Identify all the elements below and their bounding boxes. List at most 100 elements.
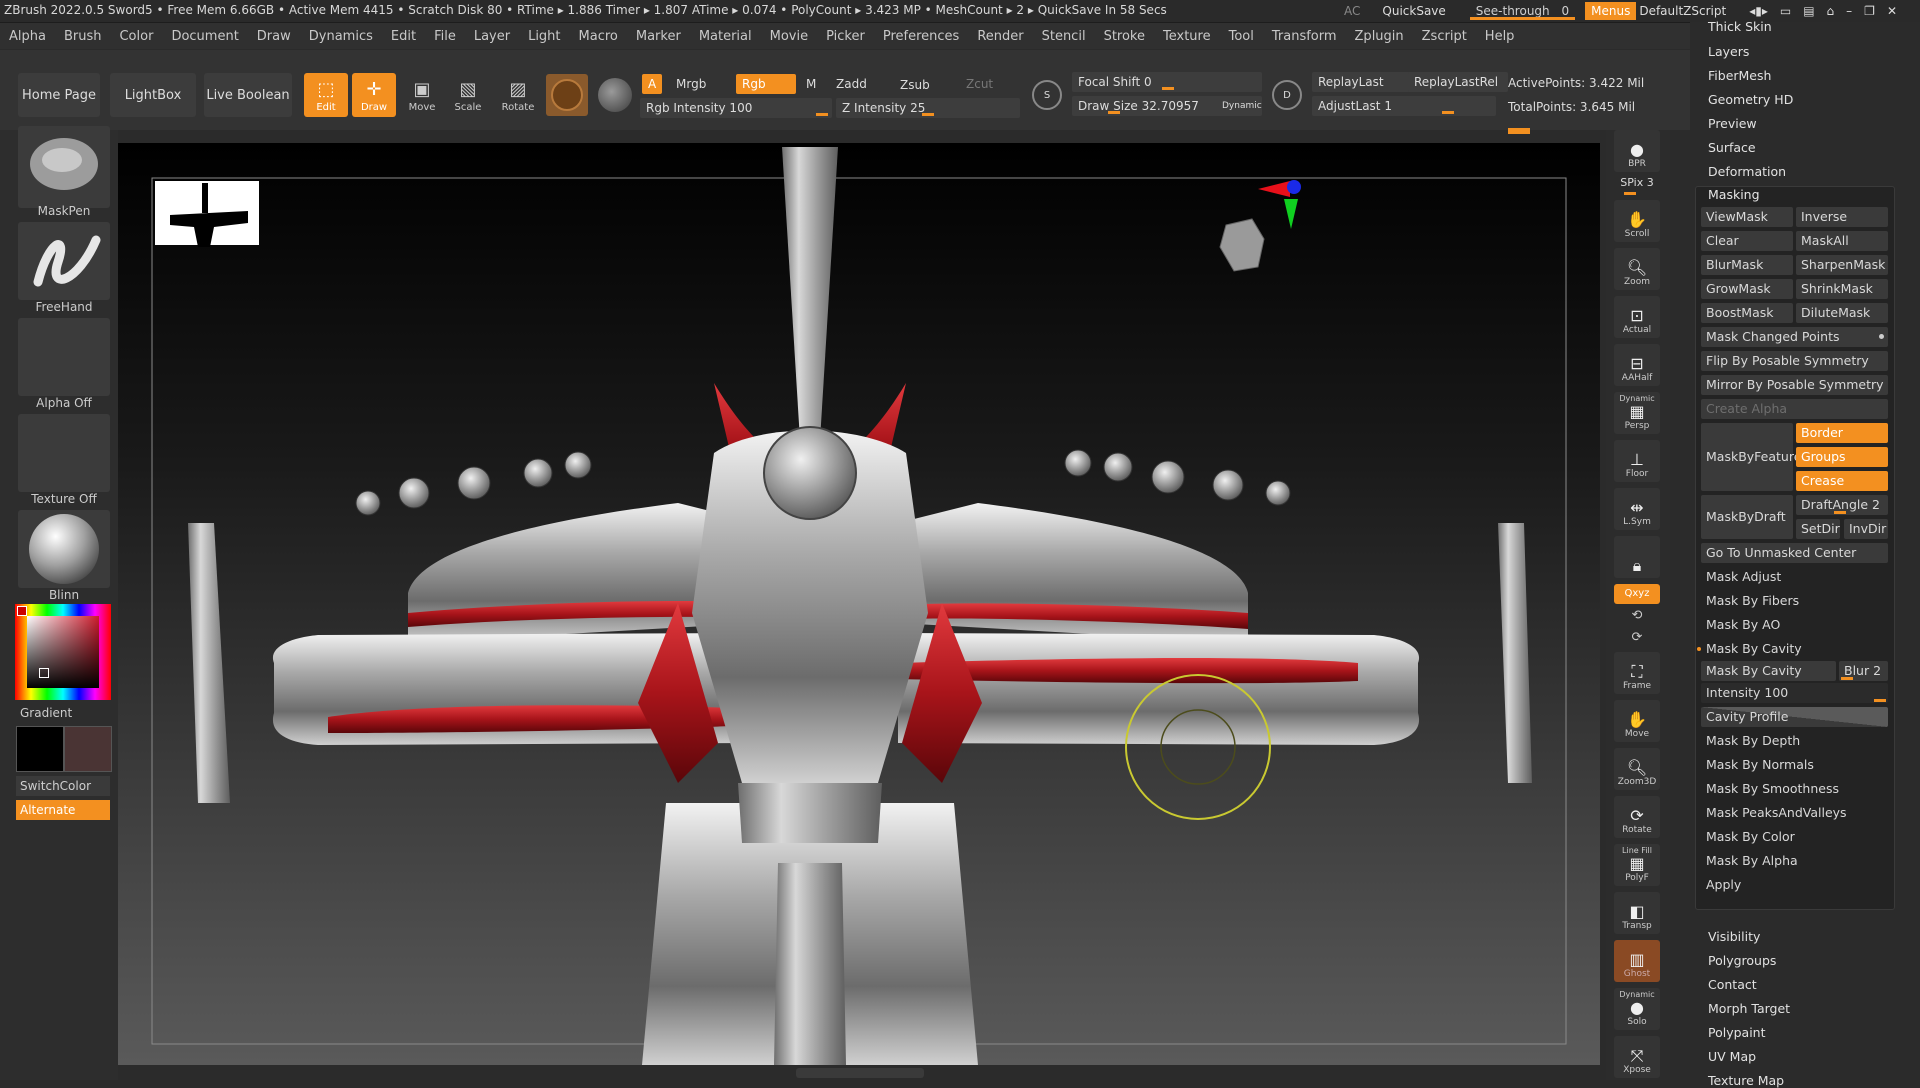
solo-button[interactable]: Dynamic ● Solo xyxy=(1614,988,1660,1030)
clear-mask-button[interactable]: Clear xyxy=(1701,231,1793,251)
viewmask-button[interactable]: ViewMask xyxy=(1701,207,1793,227)
draw-size-slider[interactable]: Draw Size 32.70957 Dynamic xyxy=(1072,96,1262,116)
lazy-mouse-icon[interactable]: D xyxy=(1272,80,1302,110)
menu-movie[interactable]: Movie xyxy=(761,29,817,44)
cavity-blur-slider[interactable]: Blur 2 xyxy=(1839,661,1888,681)
mask-by-cavity-button[interactable]: Mask By Cavity xyxy=(1701,661,1836,681)
lock-button[interactable]: 🔒︎ xyxy=(1614,536,1660,578)
brush-selector[interactable] xyxy=(18,126,110,208)
layout-icon[interactable]: ◂▮▸ xyxy=(1743,2,1774,20)
create-alpha-button[interactable]: Create Alpha xyxy=(1701,399,1888,419)
go-to-unmasked-center-button[interactable]: Go To Unmasked Center xyxy=(1701,543,1888,563)
ui-icon[interactable]: ▤ xyxy=(1797,2,1820,20)
menu-transform[interactable]: Transform xyxy=(1263,29,1346,44)
border-toggle[interactable]: Border xyxy=(1796,423,1888,443)
cavity-profile-curve[interactable]: Cavity Profile xyxy=(1701,707,1888,727)
dynamic-size-toggle[interactable]: Dynamic xyxy=(1222,96,1262,116)
subpalette-layers[interactable]: Layers xyxy=(1708,44,1749,59)
menu-preferences[interactable]: Preferences xyxy=(874,29,968,44)
menu-help[interactable]: Help xyxy=(1476,29,1524,44)
texture-selector[interactable] xyxy=(18,414,110,492)
menu-brush[interactable]: Brush xyxy=(55,29,111,44)
blurmask-button[interactable]: BlurMask xyxy=(1701,255,1793,275)
menu-layer[interactable]: Layer xyxy=(465,29,519,44)
ac-toggle[interactable]: AC xyxy=(1338,2,1366,20)
mask-by-fibers-subpalette[interactable]: Mask By Fibers xyxy=(1701,591,1888,611)
rotate-z-icon[interactable]: ⟳ xyxy=(1614,630,1660,645)
floor-button[interactable]: ⊥ Floor xyxy=(1614,440,1660,482)
menu-zplugin[interactable]: Zplugin xyxy=(1346,29,1413,44)
crease-toggle[interactable]: Crease xyxy=(1796,471,1888,491)
rotate-y-icon[interactable]: ⟲ xyxy=(1614,608,1660,623)
maskbydraft-button[interactable]: MaskByDraft xyxy=(1701,495,1793,539)
apply-subpalette[interactable]: Apply xyxy=(1701,875,1888,895)
zsub-toggle[interactable]: Zsub xyxy=(894,75,936,95)
transp-button[interactable]: ◧ Transp xyxy=(1614,892,1660,934)
draw-mode-button[interactable]: ✛ Draw xyxy=(352,73,396,117)
menu-texture[interactable]: Texture xyxy=(1154,29,1220,44)
menu-macro[interactable]: Macro xyxy=(570,29,627,44)
zadd-toggle[interactable]: Zadd xyxy=(830,74,873,94)
subpalette-deformation[interactable]: Deformation xyxy=(1708,164,1786,179)
focal-shift-slider[interactable]: Focal Shift 0 xyxy=(1072,72,1262,92)
menu-draw[interactable]: Draw xyxy=(248,29,300,44)
flip-by-posable-symmetry-button[interactable]: Flip By Posable Symmetry xyxy=(1701,351,1888,371)
a-toggle[interactable]: A xyxy=(642,74,663,94)
rotate-view-button[interactable]: ⟳ Rotate xyxy=(1614,796,1660,838)
bpr-button[interactable]: ● BPR xyxy=(1614,130,1660,172)
subpalette-polygroups[interactable]: Polygroups xyxy=(1708,953,1776,968)
menu-edit[interactable]: Edit xyxy=(382,29,425,44)
document-canvas[interactable] xyxy=(118,143,1600,1065)
mrgb-toggle[interactable]: Mrgb xyxy=(670,74,712,94)
invdir-button[interactable]: InvDir xyxy=(1844,519,1888,539)
growmask-button[interactable]: GrowMask xyxy=(1701,279,1793,299)
maskbyfeature-button[interactable]: MaskByFeature xyxy=(1701,423,1801,491)
mask-changed-points-button[interactable]: Mask Changed Points xyxy=(1701,327,1888,347)
move-view-button[interactable]: ✋ Move xyxy=(1614,700,1660,742)
ghost-button[interactable]: ▥ Ghost xyxy=(1614,940,1660,982)
gradient-label[interactable]: Gradient xyxy=(20,706,72,720)
color-square[interactable] xyxy=(27,616,99,688)
live-boolean-button[interactable]: Live Boolean xyxy=(204,73,292,117)
switch-color-button[interactable]: SwitchColor xyxy=(16,776,110,796)
replay-last-rel-button[interactable]: ReplayLastRel xyxy=(1408,72,1508,92)
cavity-intensity-slider[interactable]: Intensity 100 xyxy=(1701,683,1888,703)
subpalette-fibermesh[interactable]: FiberMesh xyxy=(1708,68,1771,83)
mask-by-smoothness-subpalette[interactable]: Mask By Smoothness xyxy=(1701,779,1888,799)
alpha-selector[interactable] xyxy=(18,318,110,396)
polyf-button[interactable]: Line Fill ▦ PolyF xyxy=(1614,844,1660,886)
menu-stencil[interactable]: Stencil xyxy=(1033,29,1095,44)
mask-by-depth-subpalette[interactable]: Mask By Depth xyxy=(1701,731,1888,751)
sculptris-icon[interactable]: S xyxy=(1032,80,1062,110)
draft-angle-slider[interactable]: DraftAngle 2 xyxy=(1796,495,1888,515)
interface-icon[interactable]: ▭ xyxy=(1774,2,1797,20)
z-intensity-slider[interactable]: Z Intensity 25 xyxy=(836,98,1020,118)
primary-color-swatch[interactable] xyxy=(16,726,64,772)
replay-last-button[interactable]: ReplayLast xyxy=(1312,72,1416,92)
maximize-icon[interactable]: ❐ xyxy=(1858,2,1881,20)
secondary-color-swatch[interactable] xyxy=(64,726,112,772)
subpalette-visibility[interactable]: Visibility xyxy=(1708,929,1760,944)
menus-toggle[interactable]: Menus xyxy=(1585,2,1637,20)
canvas-scroll-handle[interactable] xyxy=(796,1068,924,1078)
alternate-toggle[interactable]: Alternate xyxy=(16,800,110,820)
menu-dynamics[interactable]: Dynamics xyxy=(300,29,382,44)
masking-title[interactable]: Masking xyxy=(1708,187,1760,202)
default-zscript-button[interactable]: DefaultZScript xyxy=(1636,2,1729,20)
setdir-button[interactable]: SetDir xyxy=(1796,519,1840,539)
menu-marker[interactable]: Marker xyxy=(627,29,690,44)
material-selector[interactable] xyxy=(18,510,110,588)
close-icon[interactable]: ✕ xyxy=(1881,2,1903,20)
persp-button[interactable]: Dynamic ▦ Persp xyxy=(1614,392,1660,434)
quicksave-button[interactable]: QuickSave xyxy=(1376,2,1451,20)
mask-by-normals-subpalette[interactable]: Mask By Normals xyxy=(1701,755,1888,775)
subpalette-uv-map[interactable]: UV Map xyxy=(1708,1049,1756,1064)
subpalette-preview[interactable]: Preview xyxy=(1708,116,1757,131)
groups-toggle[interactable]: Groups xyxy=(1796,447,1888,467)
menu-zscript[interactable]: Zscript xyxy=(1413,29,1476,44)
zoom-button[interactable]: 🔍︎ Zoom xyxy=(1614,248,1660,290)
subpalette-geometry-hd[interactable]: Geometry HD xyxy=(1708,92,1793,107)
mask-adjust-subpalette[interactable]: Mask Adjust xyxy=(1701,567,1888,587)
see-through-slider[interactable]: See-through 0 xyxy=(1469,2,1576,20)
spix-slider[interactable]: SPix 3 xyxy=(1614,176,1660,189)
